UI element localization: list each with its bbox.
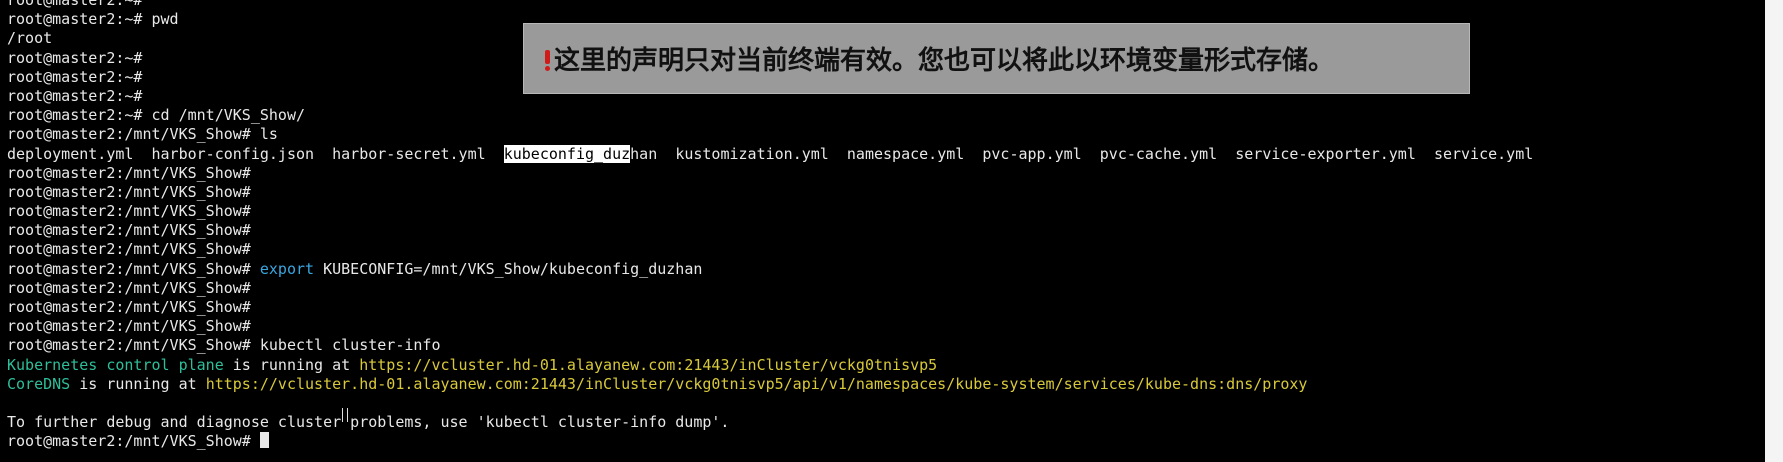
prompt: root@master2:/mnt/VKS_Show#	[7, 259, 260, 278]
notice-overlay: 这里的声明只对当前终端有效。您也可以将此以环境变量形式存储。	[523, 23, 1470, 94]
terminal-line: root@master2:/mnt/VKS_Show#	[7, 182, 251, 201]
ls-file: pvc-cache.yml	[1099, 144, 1218, 163]
terminal-line: root@master2:/mnt/VKS_Show#	[7, 298, 251, 316]
export-keyword: export	[259, 259, 315, 278]
prompt: root@master2:/mnt/VKS_Show#	[7, 432, 260, 451]
ls-file: service.yml	[1433, 144, 1534, 163]
terminal-line: root@master2:/mnt/VKS_Show#	[7, 202, 251, 221]
notice-text: 这里的声明只对当前终端有效。您也可以将此以环境变量形式存储。	[554, 46, 1335, 76]
ls-file: pvc-app.yml	[982, 144, 1082, 163]
ls-file: harbor-secret.yml	[332, 144, 486, 163]
ls-file-rest: han	[630, 144, 658, 163]
exclamation-icon	[544, 48, 552, 71]
ls-file: namespace.yml	[846, 144, 965, 163]
k8s-control-plane-line: Kubernetes control plane is running at h…	[7, 356, 1533, 375]
k8s-label: Kubernetes control plane	[7, 355, 224, 374]
export-args: KUBECONFIG=/mnt/VKS_Show/kubeconfig_duzh…	[314, 259, 703, 278]
ls-file: harbor-config.json	[151, 144, 315, 163]
terminal-line: root@master2:/mnt/VKS_Show#	[7, 240, 251, 259]
ls-file: kustomization.yml	[675, 144, 829, 163]
terminal-line: root@master2:/mnt/VKS_Show#	[7, 221, 251, 240]
ls-file: deployment.yml	[7, 144, 134, 163]
k8s-url-link[interactable]: https://vcluster.hd-01.alayanew.com:2144…	[359, 356, 937, 374]
terminal-line: root@master2:/mnt/VKS_Show#	[7, 278, 251, 297]
terminal-line: root@master2:~# cd /mnt/VKS_Show/	[7, 106, 306, 125]
terminal-line: root@master2:/mnt/VKS_Show#	[7, 317, 251, 336]
terminal-line: To further debug and diagnose cluster pr…	[7, 413, 730, 432]
coredns-mid: is running at	[70, 374, 206, 393]
coredns-url-link[interactable]: https://vcluster.hd-01.alayanew.com:2144…	[206, 375, 1308, 393]
ls-file: service-exporter.yml	[1235, 144, 1416, 163]
k8s-mid: is running at	[223, 355, 360, 374]
terminal-line: root@master2:/mnt/VKS_Show# kubectl clus…	[7, 336, 441, 355]
terminal-line: root@master2:/mnt/VKS_Show#	[7, 163, 251, 182]
ls-file-selected[interactable]: kubeconfig_duz	[503, 144, 631, 163]
ibeam-cursor-icon	[342, 408, 348, 422]
window-edge	[1765, 0, 1783, 462]
terminal-line: root@master2:~#	[7, 0, 143, 9]
coredns-label: CoreDNS	[7, 374, 71, 393]
coredns-line: CoreDNS is running at https://vcluster.h…	[7, 375, 1533, 394]
current-prompt-line[interactable]: root@master2:/mnt/VKS_Show#	[7, 432, 1533, 451]
terminal-line: root@master2:/mnt/VKS_Show# ls	[7, 125, 278, 144]
export-command-line: root@master2:/mnt/VKS_Show# export KUBEC…	[7, 260, 1533, 279]
ls-output-line: deployment.yml harbor-config.json harbor…	[7, 144, 1534, 164]
text-cursor	[259, 432, 269, 449]
